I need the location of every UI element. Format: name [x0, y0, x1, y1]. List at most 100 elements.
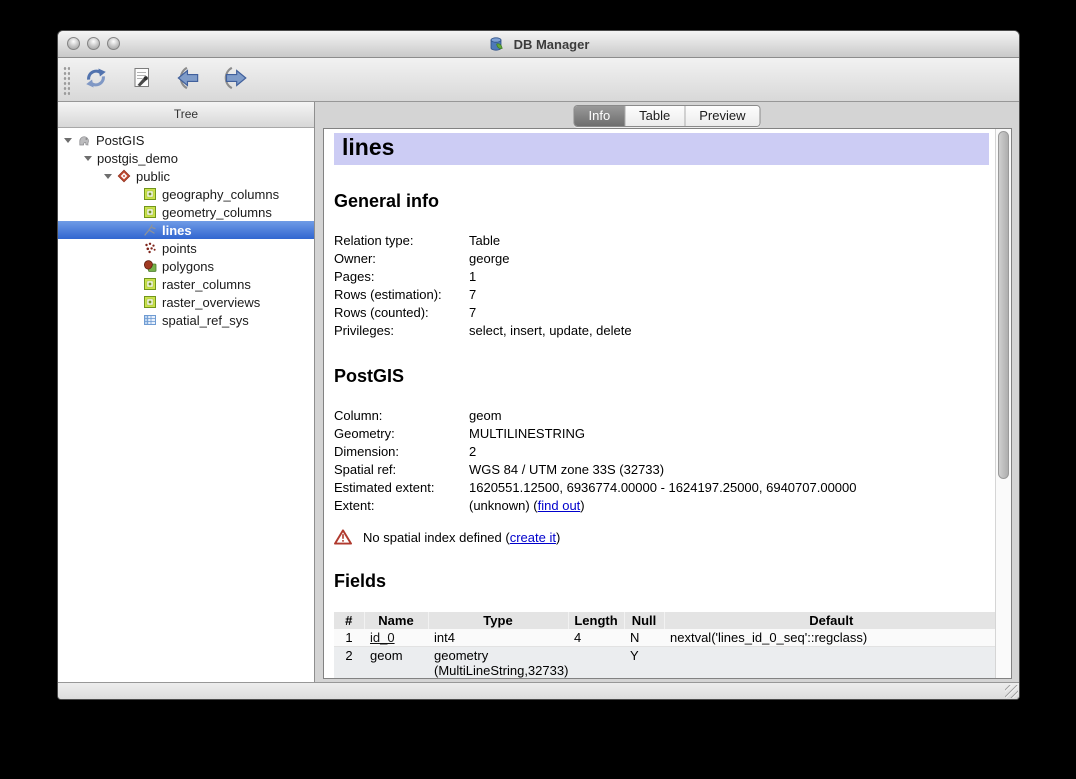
- cell-default: nextval('lines_id_0_seq'::regclass): [664, 629, 995, 647]
- resize-grip-icon[interactable]: [1005, 685, 1018, 698]
- lines-geometry-icon: [143, 223, 157, 237]
- table-green-icon: [143, 205, 157, 219]
- info-row: Column: geom: [334, 407, 991, 425]
- info-value: (unknown) (find out): [469, 497, 585, 515]
- fields-table: # Name Type Length Null Default 1: [334, 612, 995, 678]
- close-button[interactable]: [67, 37, 80, 50]
- cell-null: Y: [624, 647, 664, 679]
- import-arrow-icon: [173, 65, 203, 94]
- tree-item-postgis[interactable]: PostGIS: [58, 131, 314, 149]
- polygons-geometry-icon: [143, 259, 157, 273]
- info-label: Geometry:: [334, 425, 469, 443]
- tab-bar: Info Table Preview: [315, 102, 1019, 128]
- tab-preview[interactable]: Preview: [685, 106, 759, 126]
- warning-text: No spatial index defined (create it): [363, 530, 560, 545]
- export-layer-button[interactable]: [216, 63, 252, 97]
- info-label: Spatial ref:: [334, 461, 469, 479]
- zoom-button[interactable]: [107, 37, 120, 50]
- db-tree[interactable]: PostGIS postgis_demo: [58, 128, 314, 682]
- col-num: #: [334, 612, 364, 629]
- info-label: Rows (counted):: [334, 304, 469, 322]
- refresh-button[interactable]: [78, 63, 114, 97]
- fields-header-row: # Name Type Length Null Default: [334, 612, 995, 629]
- tree-item-label: spatial_ref_sys: [162, 313, 249, 328]
- info-value: 1: [469, 268, 476, 286]
- info-row: Owner: george: [334, 250, 991, 268]
- info-row: Spatial ref: WGS 84 / UTM zone 33S (3273…: [334, 461, 991, 479]
- vertical-scrollbar[interactable]: [995, 129, 1011, 678]
- tree-panel: Tree PostGIS postgis_d: [58, 102, 315, 682]
- toolbar: [58, 58, 1019, 102]
- tree-item-label: points: [162, 241, 197, 256]
- tree-item-lines[interactable]: lines: [58, 221, 314, 239]
- extent-row: Extent: (unknown) (find out): [334, 497, 991, 515]
- tree-item-polygons[interactable]: polygons: [58, 257, 314, 275]
- tree-item-geography-columns[interactable]: geography_columns: [58, 185, 314, 203]
- tree-item-points[interactable]: points: [58, 239, 314, 257]
- find-out-link[interactable]: find out: [538, 498, 581, 513]
- db-manager-icon: [488, 36, 504, 52]
- warning-triangle-icon: [334, 529, 352, 545]
- info-value: 7: [469, 304, 476, 322]
- tree-item-label: raster_columns: [162, 277, 251, 292]
- info-label: Privileges:: [334, 322, 469, 340]
- points-geometry-icon: [143, 241, 157, 255]
- sql-window-icon: [130, 66, 154, 93]
- table-blue-icon: [143, 313, 157, 327]
- disclosure-triangle-icon[interactable]: [104, 174, 112, 179]
- tree-item-spatial-ref-sys[interactable]: spatial_ref_sys: [58, 311, 314, 329]
- cell-null: N: [624, 629, 664, 647]
- tree-item-label: lines: [162, 223, 192, 238]
- tree-item-raster-columns[interactable]: raster_columns: [58, 275, 314, 293]
- table-green-icon: [143, 277, 157, 291]
- info-value: 1620551.12500, 6936774.00000 - 1624197.2…: [469, 479, 857, 497]
- tree-item-postgis-demo[interactable]: postgis_demo: [58, 149, 314, 167]
- title-bar[interactable]: DB Manager: [58, 31, 1019, 58]
- cell-num: 1: [334, 629, 364, 647]
- tab-table[interactable]: Table: [625, 106, 685, 126]
- minimize-button[interactable]: [87, 37, 100, 50]
- scrollbar-thumb[interactable]: [998, 131, 1009, 479]
- info-value: Table: [469, 232, 500, 250]
- info-value: 7: [469, 286, 476, 304]
- table-green-icon: [143, 295, 157, 309]
- general-info-heading: General info: [334, 191, 991, 212]
- info-label: Column:: [334, 407, 469, 425]
- cell-type: int4: [428, 629, 568, 647]
- tree-item-public[interactable]: public: [58, 167, 314, 185]
- info-label: Pages:: [334, 268, 469, 286]
- info-row: Pages: 1: [334, 268, 991, 286]
- info-row: Geometry: MULTILINESTRING: [334, 425, 991, 443]
- fields-heading: Fields: [334, 571, 991, 592]
- info-label: Relation type:: [334, 232, 469, 250]
- disclosure-triangle-icon[interactable]: [84, 156, 92, 161]
- info-value: WGS 84 / UTM zone 33S (32733): [469, 461, 664, 479]
- field-id0-link[interactable]: id_0: [370, 630, 395, 645]
- info-value: select, insert, update, delete: [469, 322, 632, 340]
- create-it-link[interactable]: create it: [510, 530, 556, 545]
- window-title: DB Manager: [514, 37, 590, 52]
- tree-item-raster-overviews[interactable]: raster_overviews: [58, 293, 314, 311]
- postgis-elephant-icon: [77, 133, 91, 147]
- info-label: Extent:: [334, 497, 469, 515]
- tree-item-geometry-columns[interactable]: geometry_columns: [58, 203, 314, 221]
- import-layer-button[interactable]: [170, 63, 206, 97]
- warning-text-post: ): [556, 530, 560, 545]
- info-value: MULTILINESTRING: [469, 425, 585, 443]
- tab-info[interactable]: Info: [574, 106, 625, 126]
- info-label: Dimension:: [334, 443, 469, 461]
- status-bar: [58, 682, 1019, 699]
- info-value: george: [469, 250, 509, 268]
- toolbar-drag-handle[interactable]: [63, 65, 70, 95]
- tree-item-label: PostGIS: [96, 133, 144, 148]
- sql-window-button[interactable]: [124, 63, 160, 97]
- tree-item-label: geography_columns: [162, 187, 279, 202]
- schema-diamond-icon: [117, 169, 131, 183]
- extent-post: ): [580, 498, 584, 513]
- cell-name: geom: [364, 647, 428, 679]
- col-name: Name: [364, 612, 428, 629]
- info-row: Estimated extent: 1620551.12500, 6936774…: [334, 479, 991, 497]
- info-value: 2: [469, 443, 476, 461]
- disclosure-triangle-icon[interactable]: [64, 138, 72, 143]
- tree-item-label: public: [136, 169, 170, 184]
